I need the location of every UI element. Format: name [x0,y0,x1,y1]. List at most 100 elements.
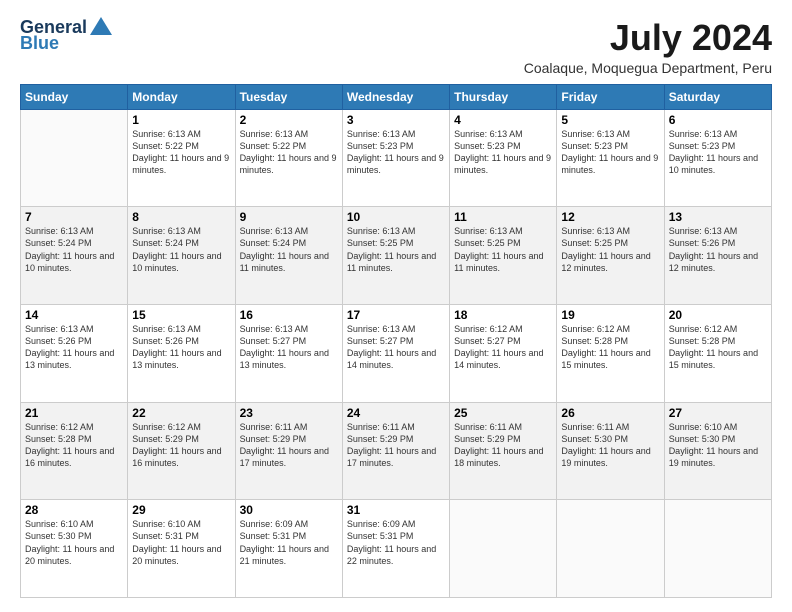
cell-info: Sunrise: 6:13 AMSunset: 5:24 PMDaylight:… [132,226,221,272]
table-row: 22 Sunrise: 6:12 AMSunset: 5:29 PMDaylig… [128,402,235,500]
cell-info: Sunrise: 6:13 AMSunset: 5:25 PMDaylight:… [561,226,650,272]
day-number: 2 [240,113,338,127]
table-row: 1 Sunrise: 6:13 AMSunset: 5:22 PMDayligh… [128,109,235,207]
day-number: 15 [132,308,230,322]
day-number: 29 [132,503,230,517]
calendar-week-row: 14 Sunrise: 6:13 AMSunset: 5:26 PMDaylig… [21,304,772,402]
day-number: 7 [25,210,123,224]
calendar-week-row: 28 Sunrise: 6:10 AMSunset: 5:30 PMDaylig… [21,500,772,598]
col-monday: Monday [128,84,235,109]
table-row: 13 Sunrise: 6:13 AMSunset: 5:26 PMDaylig… [664,207,771,305]
cell-info: Sunrise: 6:13 AMSunset: 5:26 PMDaylight:… [669,226,758,272]
table-row: 24 Sunrise: 6:11 AMSunset: 5:29 PMDaylig… [342,402,449,500]
table-row: 20 Sunrise: 6:12 AMSunset: 5:28 PMDaylig… [664,304,771,402]
table-row [21,109,128,207]
day-number: 20 [669,308,767,322]
day-number: 11 [454,210,552,224]
cell-info: Sunrise: 6:12 AMSunset: 5:28 PMDaylight:… [25,422,114,468]
cell-info: Sunrise: 6:10 AMSunset: 5:30 PMDaylight:… [25,519,114,565]
day-number: 1 [132,113,230,127]
cell-info: Sunrise: 6:13 AMSunset: 5:26 PMDaylight:… [132,324,221,370]
day-number: 4 [454,113,552,127]
cell-info: Sunrise: 6:11 AMSunset: 5:29 PMDaylight:… [454,422,543,468]
table-row: 29 Sunrise: 6:10 AMSunset: 5:31 PMDaylig… [128,500,235,598]
day-number: 24 [347,406,445,420]
day-number: 27 [669,406,767,420]
table-row: 12 Sunrise: 6:13 AMSunset: 5:25 PMDaylig… [557,207,664,305]
table-row: 2 Sunrise: 6:13 AMSunset: 5:22 PMDayligh… [235,109,342,207]
day-number: 23 [240,406,338,420]
table-row: 16 Sunrise: 6:13 AMSunset: 5:27 PMDaylig… [235,304,342,402]
table-row: 14 Sunrise: 6:13 AMSunset: 5:26 PMDaylig… [21,304,128,402]
table-row: 10 Sunrise: 6:13 AMSunset: 5:25 PMDaylig… [342,207,449,305]
cell-info: Sunrise: 6:13 AMSunset: 5:25 PMDaylight:… [454,226,543,272]
table-row: 8 Sunrise: 6:13 AMSunset: 5:24 PMDayligh… [128,207,235,305]
table-row: 6 Sunrise: 6:13 AMSunset: 5:23 PMDayligh… [664,109,771,207]
cell-info: Sunrise: 6:13 AMSunset: 5:24 PMDaylight:… [240,226,329,272]
cell-info: Sunrise: 6:10 AMSunset: 5:30 PMDaylight:… [669,422,758,468]
cell-info: Sunrise: 6:13 AMSunset: 5:23 PMDaylight:… [669,129,758,175]
cell-info: Sunrise: 6:13 AMSunset: 5:23 PMDaylight:… [454,129,551,175]
calendar-week-row: 1 Sunrise: 6:13 AMSunset: 5:22 PMDayligh… [21,109,772,207]
day-number: 16 [240,308,338,322]
day-number: 8 [132,210,230,224]
cell-info: Sunrise: 6:13 AMSunset: 5:25 PMDaylight:… [347,226,436,272]
location: Coalaque, Moquegua Department, Peru [524,60,772,76]
table-row: 17 Sunrise: 6:13 AMSunset: 5:27 PMDaylig… [342,304,449,402]
calendar-week-row: 21 Sunrise: 6:12 AMSunset: 5:28 PMDaylig… [21,402,772,500]
day-number: 22 [132,406,230,420]
day-number: 19 [561,308,659,322]
day-number: 31 [347,503,445,517]
table-row: 11 Sunrise: 6:13 AMSunset: 5:25 PMDaylig… [450,207,557,305]
col-friday: Friday [557,84,664,109]
col-wednesday: Wednesday [342,84,449,109]
logo: General Blue [20,18,112,54]
col-tuesday: Tuesday [235,84,342,109]
table-row: 18 Sunrise: 6:12 AMSunset: 5:27 PMDaylig… [450,304,557,402]
day-number: 18 [454,308,552,322]
cell-info: Sunrise: 6:09 AMSunset: 5:31 PMDaylight:… [240,519,329,565]
cell-info: Sunrise: 6:09 AMSunset: 5:31 PMDaylight:… [347,519,436,565]
col-thursday: Thursday [450,84,557,109]
cell-info: Sunrise: 6:13 AMSunset: 5:22 PMDaylight:… [132,129,229,175]
cell-info: Sunrise: 6:12 AMSunset: 5:28 PMDaylight:… [669,324,758,370]
table-row: 21 Sunrise: 6:12 AMSunset: 5:28 PMDaylig… [21,402,128,500]
day-number: 21 [25,406,123,420]
table-row: 9 Sunrise: 6:13 AMSunset: 5:24 PMDayligh… [235,207,342,305]
cell-info: Sunrise: 6:11 AMSunset: 5:30 PMDaylight:… [561,422,650,468]
cell-info: Sunrise: 6:13 AMSunset: 5:23 PMDaylight:… [561,129,658,175]
header: General Blue July 2024 Coalaque, Moquegu… [20,18,772,76]
day-number: 17 [347,308,445,322]
page: General Blue July 2024 Coalaque, Moquegu… [0,0,792,612]
table-row: 23 Sunrise: 6:11 AMSunset: 5:29 PMDaylig… [235,402,342,500]
day-number: 10 [347,210,445,224]
table-row: 3 Sunrise: 6:13 AMSunset: 5:23 PMDayligh… [342,109,449,207]
day-number: 28 [25,503,123,517]
day-number: 3 [347,113,445,127]
cell-info: Sunrise: 6:13 AMSunset: 5:26 PMDaylight:… [25,324,114,370]
month-year: July 2024 [524,18,772,58]
day-number: 25 [454,406,552,420]
day-number: 30 [240,503,338,517]
day-number: 26 [561,406,659,420]
col-saturday: Saturday [664,84,771,109]
cell-info: Sunrise: 6:11 AMSunset: 5:29 PMDaylight:… [240,422,329,468]
day-number: 5 [561,113,659,127]
title-block: July 2024 Coalaque, Moquegua Department,… [524,18,772,76]
cell-info: Sunrise: 6:13 AMSunset: 5:27 PMDaylight:… [347,324,436,370]
table-row: 25 Sunrise: 6:11 AMSunset: 5:29 PMDaylig… [450,402,557,500]
table-row: 27 Sunrise: 6:10 AMSunset: 5:30 PMDaylig… [664,402,771,500]
day-number: 6 [669,113,767,127]
cell-info: Sunrise: 6:13 AMSunset: 5:24 PMDaylight:… [25,226,114,272]
calendar-table: Sunday Monday Tuesday Wednesday Thursday… [20,84,772,598]
cell-info: Sunrise: 6:12 AMSunset: 5:27 PMDaylight:… [454,324,543,370]
calendar-header-row: Sunday Monday Tuesday Wednesday Thursday… [21,84,772,109]
day-number: 12 [561,210,659,224]
table-row: 30 Sunrise: 6:09 AMSunset: 5:31 PMDaylig… [235,500,342,598]
cell-info: Sunrise: 6:12 AMSunset: 5:29 PMDaylight:… [132,422,221,468]
logo-blue: Blue [20,34,59,54]
table-row: 26 Sunrise: 6:11 AMSunset: 5:30 PMDaylig… [557,402,664,500]
col-sunday: Sunday [21,84,128,109]
cell-info: Sunrise: 6:10 AMSunset: 5:31 PMDaylight:… [132,519,221,565]
table-row: 28 Sunrise: 6:10 AMSunset: 5:30 PMDaylig… [21,500,128,598]
